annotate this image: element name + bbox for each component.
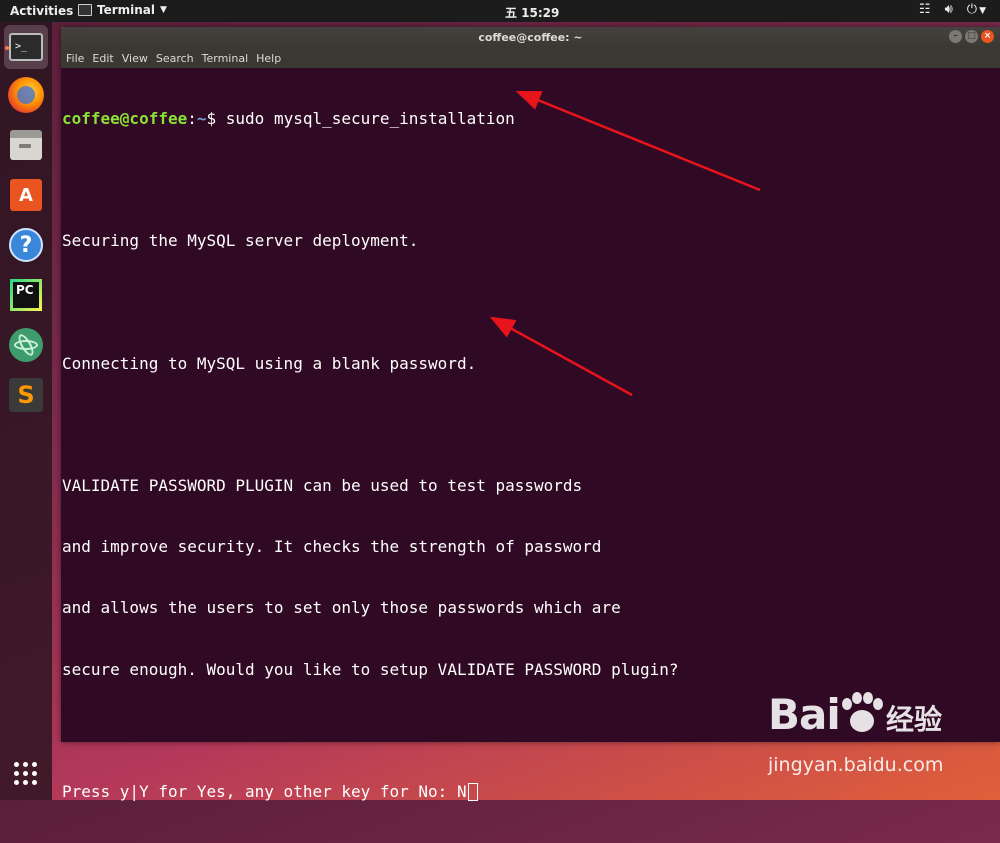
terminal-icon: >_ [9,33,43,61]
network-icon[interactable]: ☷ [919,2,931,17]
dock-terminal[interactable]: >_ [4,25,48,69]
chevron-down-icon: ▼ [979,6,986,16]
system-tray[interactable]: ☷ 🔊︎ ⏻ ▼ [919,2,986,17]
prompt-separator: : [187,108,197,128]
menu-terminal[interactable]: Terminal [202,52,249,65]
minimize-icon[interactable]: – [949,30,962,43]
top-bar: Activities Terminal ▼ 五 15:29 ☷ 🔊︎ ⏻ ▼ [0,0,1000,22]
prompt-path: ~ [196,108,207,128]
menu-search[interactable]: Search [156,52,194,65]
text-cursor [467,783,478,802]
power-icon[interactable]: ⏻ ▼ [967,2,986,17]
command-text: sudo mysql_secure_installation [225,108,515,128]
paw-icon [840,692,884,736]
help-icon: ? [9,228,43,262]
output-line: and allows the users to set only those p… [62,598,621,618]
watermark-suffix: 经验 [886,703,943,736]
window-titlebar[interactable]: coffee@coffee: ~ – □ × [61,27,1000,48]
pycharm-icon: PC [10,279,42,311]
question-text: Press y|Y for Yes, any other key for No: [62,782,457,802]
dock-atom[interactable] [4,323,48,367]
dock-files[interactable] [4,123,48,167]
output-line: secure enough. Would you like to setup V… [62,659,679,679]
terminal-output[interactable]: coffee@coffee:~$ sudo mysql_secure_insta… [62,68,992,802]
output-line: Connecting to MySQL using a blank passwo… [62,353,477,373]
window-title: coffee@coffee: ~ [478,31,583,44]
dock-sublime[interactable]: S [4,373,48,417]
close-icon[interactable]: × [981,30,994,43]
maximize-icon[interactable]: □ [965,30,978,43]
baidu-watermark: Bai 经验 jingyan.baidu.com [768,690,988,780]
watermark-logo-text: Bai [768,690,841,739]
output-line: and improve security. It checks the stre… [62,537,602,557]
command-line: coffee@coffee:~$ sudo mysql_secure_insta… [62,109,992,129]
output-line: Securing the MySQL server deployment. [62,231,419,251]
prompt-question-line: Press y|Y for Yes, any other key for No:… [62,782,992,802]
active-indicator [5,46,9,50]
firefox-icon [8,77,44,113]
terminal-mini-icon [78,4,92,16]
clock[interactable]: 五 15:29 [505,4,559,21]
window-controls: – □ × [949,30,994,43]
chevron-down-icon: ▼ [160,5,167,15]
menu-view[interactable]: View [122,52,148,65]
menu-edit[interactable]: Edit [92,52,113,65]
app-menu[interactable]: Terminal ▼ [78,3,167,17]
volume-icon[interactable]: 🔊︎ [945,2,953,17]
menu-bar: File Edit View Search Terminal Help [61,48,1000,68]
prompt-user: coffee@coffee [62,108,188,128]
software-store-icon: A [10,179,42,211]
answer-text: N [456,782,467,802]
activities-button[interactable]: Activities [10,4,73,18]
files-icon [10,130,42,160]
show-applications-icon[interactable] [14,762,38,786]
dock-firefox[interactable] [4,73,48,117]
menu-file[interactable]: File [66,52,84,65]
watermark-url: jingyan.baidu.com [768,754,944,776]
dock-help[interactable]: ? [4,223,48,267]
menu-help[interactable]: Help [256,52,281,65]
dock-software[interactable]: A [4,173,48,217]
prompt-symbol: $ [206,108,226,128]
atom-icon [9,328,43,362]
app-menu-label: Terminal [97,3,156,17]
output-line: VALIDATE PASSWORD PLUGIN can be used to … [62,476,583,496]
sublime-text-icon: S [9,378,43,412]
dock: >_ A ? PC S [0,22,52,800]
dock-pycharm[interactable]: PC [4,273,48,317]
terminal-window: coffee@coffee: ~ – □ × File Edit View Se… [61,27,1000,802]
